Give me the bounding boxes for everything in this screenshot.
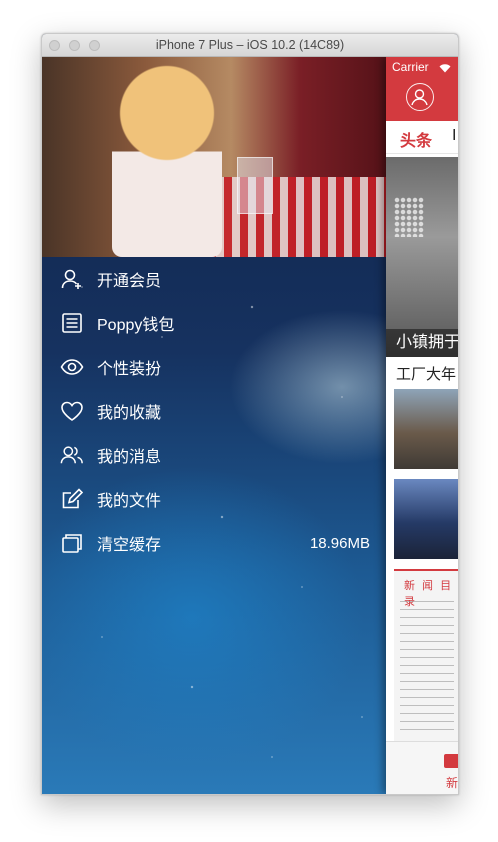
wifi-icon (439, 60, 451, 78)
users-icon (60, 443, 84, 467)
layers-icon (60, 531, 84, 555)
drawer-header-photo (42, 57, 386, 257)
headline-image[interactable] (386, 157, 458, 357)
bottom-tab-bar: 新 (386, 741, 458, 794)
heart-icon (60, 399, 84, 423)
window-title: iPhone 7 Plus – iOS 10.2 (14C89) (155, 38, 345, 52)
image-detail (394, 197, 424, 237)
menu-item-wallet[interactable]: Poppy钱包 (60, 308, 370, 338)
news-item-title[interactable]: 工厂大年 (396, 363, 456, 384)
menu-item-label: 清空缓存 (97, 537, 162, 554)
news-thumbnail[interactable] (394, 479, 458, 559)
menu-item-label: 个性装扮 (97, 361, 162, 378)
tab-headlines[interactable]: 头条 (400, 127, 432, 151)
headline-caption[interactable]: 小镇拥于 (386, 329, 458, 357)
menu-item-theme[interactable]: 个性装扮 (60, 352, 370, 382)
avatar-button[interactable] (406, 83, 434, 111)
main-content-peek[interactable]: Carrier 头条 I 小镇拥于 工厂大年 新 闻 目 新 (386, 57, 458, 794)
nav-header: Carrier (386, 57, 458, 121)
tab-divider (386, 153, 458, 154)
phone-screen: 开通会员 Poppy钱包 个性装扮 我的收藏 我的消息 我的文件 清空缓存 18… (42, 57, 458, 794)
menu-item-label: Poppy钱包 (97, 317, 175, 334)
user-plus-icon (60, 267, 84, 291)
menu-item-label: 我的文件 (97, 493, 162, 510)
news-tab-icon[interactable] (444, 754, 458, 768)
photo-girl (112, 65, 222, 257)
window-titlebar: iPhone 7 Plus – iOS 10.2 (14C89) (42, 34, 458, 57)
menu-item-messages[interactable]: 我的消息 (60, 440, 370, 470)
eye-icon (60, 355, 84, 379)
document-lines (400, 601, 454, 731)
menu-item-label: 我的消息 (97, 449, 162, 466)
cache-size-value: 18.96MB (309, 534, 370, 552)
menu-item-label: 我的收藏 (97, 405, 162, 422)
menu-item-label: 开通会员 (97, 273, 162, 290)
menu-item-cache[interactable]: 清空缓存 18.96MB (60, 528, 370, 558)
news-thumbnail[interactable] (394, 389, 458, 469)
photo-glass (237, 157, 273, 214)
tab-next-partial[interactable]: I (452, 127, 456, 145)
wallet-list-icon (60, 311, 84, 335)
menu-item-files[interactable]: 我的文件 (60, 484, 370, 514)
bottom-tab-label[interactable]: 新 (446, 774, 458, 791)
simulator-window: iPhone 7 Plus – iOS 10.2 (14C89) 开通会员 Po… (41, 33, 459, 795)
menu-item-favorites[interactable]: 我的收藏 (60, 396, 370, 426)
news-document-thumbnail[interactable]: 新 闻 目 录 (394, 569, 458, 741)
carrier-label: Carrier (392, 60, 429, 74)
edit-icon (60, 487, 84, 511)
side-drawer: 开通会员 Poppy钱包 个性装扮 我的收藏 我的消息 我的文件 清空缓存 18… (42, 57, 386, 794)
menu-item-vip[interactable]: 开通会员 (60, 264, 370, 294)
